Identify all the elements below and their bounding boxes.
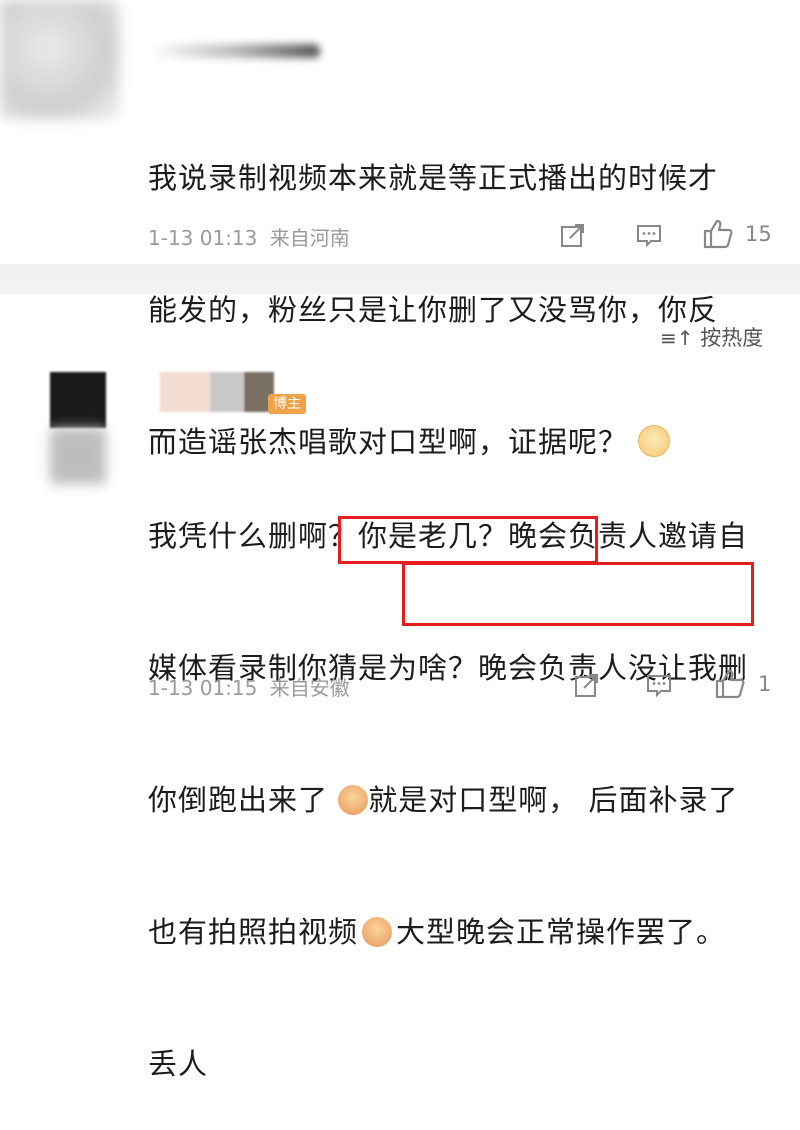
comment-line: 能发的，粉丝只是让你删了又没骂你，你反 xyxy=(148,293,719,327)
like-icon[interactable] xyxy=(714,668,746,700)
sort-icon: ≡↑ xyxy=(660,326,694,350)
avatar-shade xyxy=(50,428,106,484)
comment-meta: 1-13 01:15 来自安徽 xyxy=(148,672,350,701)
avatar[interactable] xyxy=(0,0,120,120)
comment-line: 我说录制视频本来就是等正式播出的时候才 xyxy=(148,161,719,195)
section-divider xyxy=(0,264,800,294)
username-blurred[interactable] xyxy=(150,372,275,418)
comment-meta: 1-13 01:13 来自河南 xyxy=(148,222,350,251)
sort-hot-button[interactable]: ≡↑ 按热度 xyxy=(660,322,763,352)
timestamp: 1-13 01:15 xyxy=(148,676,258,700)
highlight-box xyxy=(402,562,754,626)
laughing-face-icon xyxy=(362,917,393,947)
highlight-box xyxy=(338,516,598,564)
like-count: 1 xyxy=(758,672,772,696)
laughing-face-icon xyxy=(338,785,369,815)
timestamp: 1-13 01:13 xyxy=(148,226,258,250)
username-blurred[interactable] xyxy=(150,44,320,58)
location: 来自安徽 xyxy=(269,676,350,700)
comment-icon[interactable] xyxy=(646,672,672,698)
location: 来自河南 xyxy=(269,226,350,250)
comment-line: 你倒跑出来了 就是对口型啊， 后面补录了 xyxy=(148,783,739,817)
sort-label: 按热度 xyxy=(700,326,764,350)
like-count: 15 xyxy=(745,222,772,246)
share-icon[interactable] xyxy=(560,222,586,248)
avatar[interactable] xyxy=(50,372,106,428)
comment-line: 也有拍照拍视频 大型晚会正常操作罢了。 xyxy=(148,915,727,949)
share-icon[interactable] xyxy=(574,672,600,698)
comment-icon[interactable] xyxy=(636,222,662,248)
comment-line: 丢人 xyxy=(148,1047,209,1081)
blogger-badge: 博主 xyxy=(268,394,306,414)
like-icon[interactable] xyxy=(702,218,734,250)
